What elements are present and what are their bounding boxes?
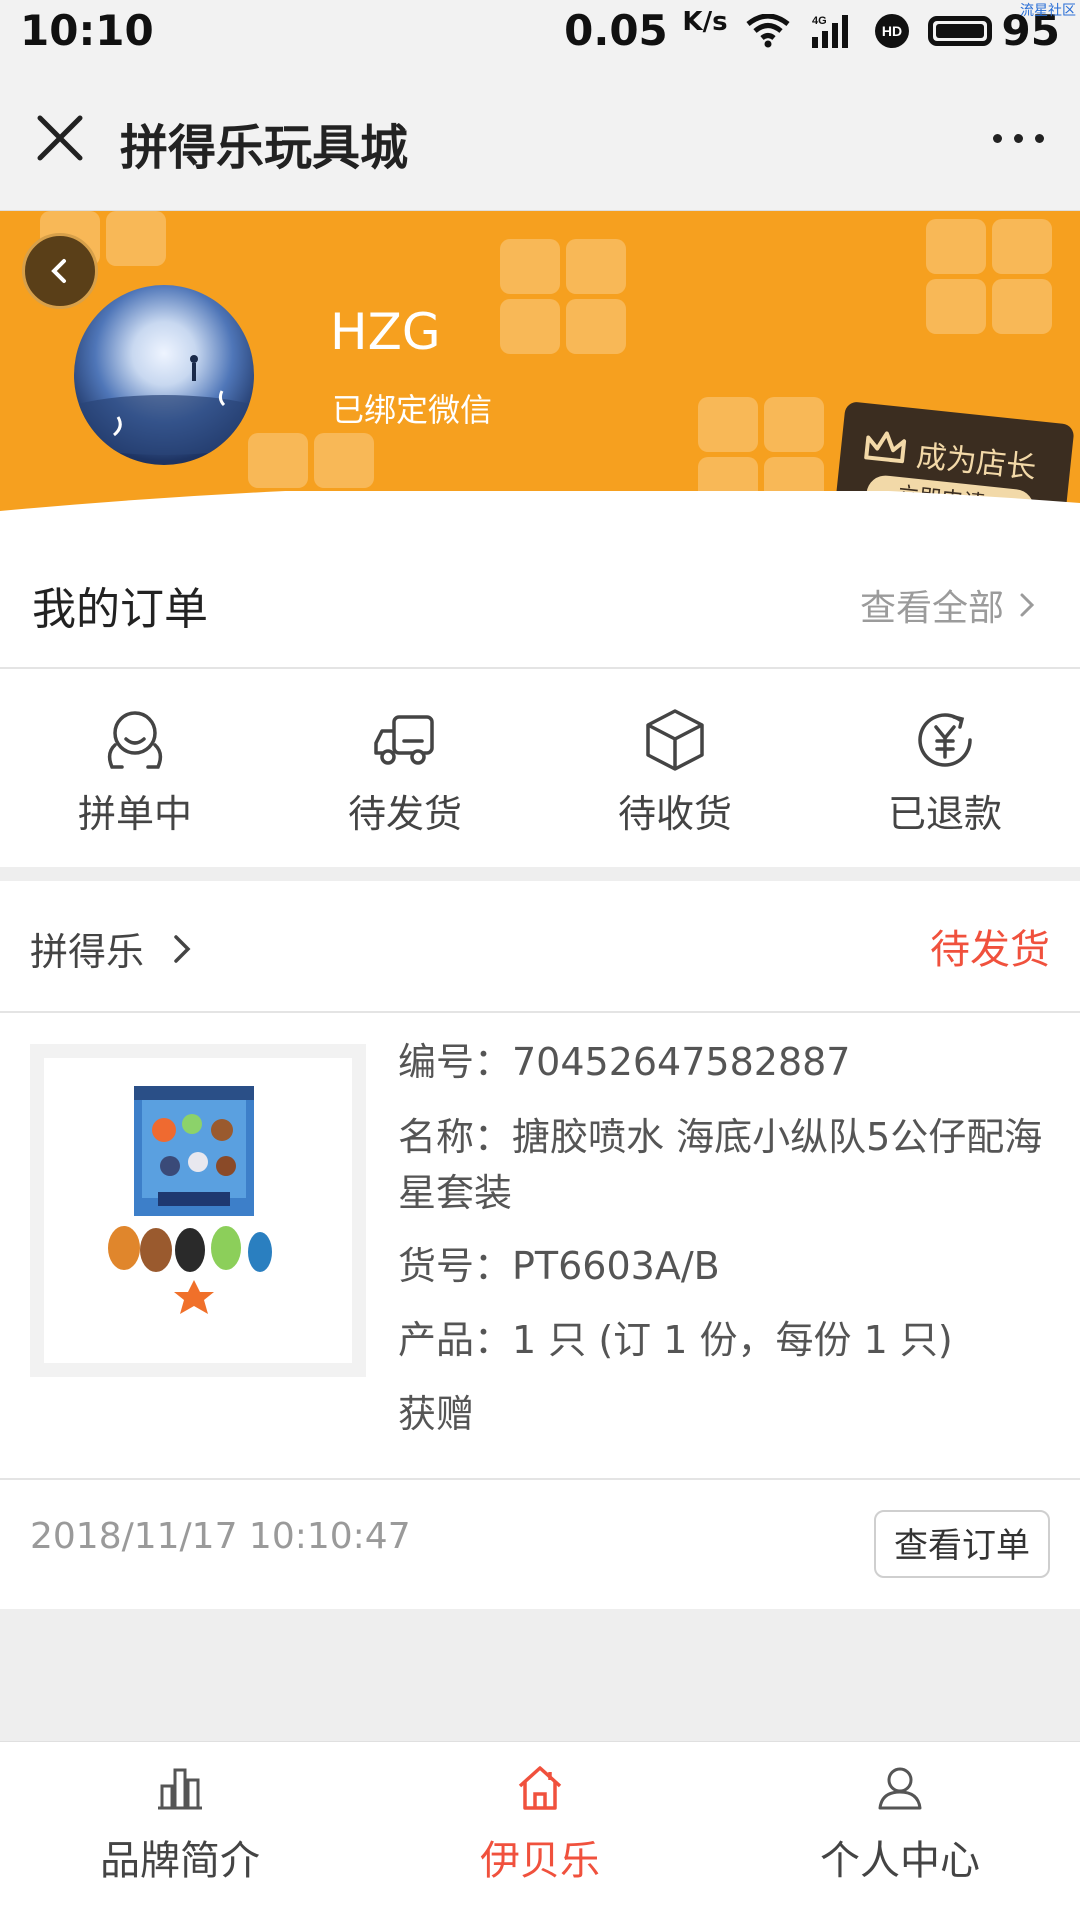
shopkeeper-title: 成为店长 bbox=[914, 438, 1038, 487]
status-group-buy[interactable]: 拼单中 bbox=[0, 669, 270, 867]
package-icon bbox=[646, 709, 704, 771]
store-link[interactable]: 拼得乐 bbox=[30, 921, 192, 976]
chevron-right-icon bbox=[174, 934, 191, 963]
nav-item-home[interactable]: 伊贝乐 bbox=[360, 1742, 720, 1921]
order-status-badge: 待发货 bbox=[930, 927, 1050, 973]
nav-item-personal-center[interactable]: 个人中心 bbox=[720, 1742, 1080, 1921]
net-speed-unit: K/s bbox=[682, 7, 728, 37]
wechat-bind-status: 已绑定微信 bbox=[332, 391, 493, 429]
product-gift: 获赠 bbox=[398, 1392, 475, 1436]
status-indicators: 0.05 K/s 4G HD 95 bbox=[564, 6, 1060, 55]
order-footer: 2018/11/17 10:10:47 查看订单 bbox=[0, 1478, 1080, 1611]
back-button[interactable] bbox=[22, 233, 98, 309]
signal-icon: 4G bbox=[808, 13, 856, 49]
svg-text:HD: HD bbox=[881, 23, 901, 39]
chevron-right-icon bbox=[1020, 593, 1035, 617]
battery-icon bbox=[927, 15, 992, 46]
status-label: 已退款 bbox=[887, 792, 1002, 836]
truck-icon bbox=[374, 715, 434, 765]
user-name: HZG bbox=[330, 303, 441, 361]
svg-text:4G: 4G bbox=[812, 15, 827, 27]
order-number: 编号：70452647582887 bbox=[398, 1040, 851, 1084]
orders-header: 我的订单 查看全部 bbox=[0, 541, 1080, 669]
wifi-icon bbox=[745, 13, 790, 48]
status-pending-receipt[interactable]: 待收货 bbox=[540, 669, 810, 867]
status-label: 拼单中 bbox=[77, 792, 192, 836]
product-quantity: 产品：1 只 (订 1 份，每份 1 只) bbox=[398, 1318, 953, 1362]
group-buy-icon bbox=[107, 711, 163, 769]
nav-item-brand-intro[interactable]: 品牌简介 bbox=[0, 1742, 360, 1921]
net-speed: 0.05 K/s bbox=[564, 6, 728, 55]
status-refunded[interactable]: 已退款 bbox=[810, 669, 1080, 867]
order-status-row: 拼单中 待发货 待收货 已退款 bbox=[0, 669, 1080, 867]
puzzle-pattern-icon bbox=[500, 239, 626, 354]
bottom-nav: 品牌简介 伊贝乐 个人中心 bbox=[0, 1741, 1080, 1921]
close-icon[interactable] bbox=[34, 112, 86, 164]
avatar[interactable] bbox=[74, 285, 254, 465]
view-all-label: 查看全部 bbox=[859, 588, 1004, 629]
product-name: 名称：搪胶喷水 海底小纵队5公仔配海星套装 bbox=[398, 1115, 1043, 1215]
status-time: 10:10 bbox=[20, 6, 154, 55]
user-icon bbox=[878, 1767, 922, 1810]
product-sku: 货号：PT6603A/B bbox=[398, 1244, 720, 1288]
chevron-left-icon bbox=[51, 259, 66, 283]
orders-title: 我的订单 bbox=[32, 584, 208, 635]
refund-icon bbox=[918, 713, 972, 767]
status-label: 待收货 bbox=[617, 792, 732, 836]
home-icon bbox=[518, 1766, 562, 1810]
status-bar: 10:10 0.05 K/s 4G HD 95 流星社区 bbox=[0, 0, 1080, 68]
store-name: 拼得乐 bbox=[30, 930, 145, 974]
banner-wave bbox=[0, 491, 1080, 541]
order-timestamp: 2018/11/17 10:10:47 bbox=[30, 1516, 411, 1557]
nav-label: 品牌简介 bbox=[100, 1838, 260, 1884]
store-row: 拼得乐 待发货 bbox=[0, 881, 1080, 1013]
more-icon[interactable] bbox=[993, 134, 1044, 143]
chart-icon bbox=[158, 1768, 202, 1810]
crown-icon bbox=[864, 431, 907, 464]
hd-icon: HD bbox=[874, 13, 910, 49]
nav-label: 伊贝乐 bbox=[480, 1838, 600, 1884]
order-card: 拼得乐 待发货 编号：70452647582887 名称：搪胶喷水 海底小纵队5… bbox=[0, 881, 1080, 1609]
watermark: 流星社区 bbox=[1020, 3, 1076, 19]
product-info: 编号：70452647582887 名称：搪胶喷水 海底小纵队5公仔配海星套装 … bbox=[398, 1035, 1048, 1461]
product-image[interactable] bbox=[30, 1044, 366, 1377]
profile-banner: HZG 已绑定微信 成为店长 立即申请> bbox=[0, 211, 1080, 541]
title-bar: 拼得乐玩具城 bbox=[0, 68, 1080, 211]
page-title: 拼得乐玩具城 bbox=[120, 120, 409, 176]
status-pending-shipment[interactable]: 待发货 bbox=[270, 669, 540, 867]
puzzle-pattern-icon bbox=[926, 219, 1052, 334]
view-all-orders-link[interactable]: 查看全部 bbox=[860, 579, 1036, 631]
status-label: 待发货 bbox=[347, 792, 462, 836]
view-order-button[interactable]: 查看订单 bbox=[874, 1510, 1050, 1578]
nav-label: 个人中心 bbox=[820, 1838, 980, 1884]
